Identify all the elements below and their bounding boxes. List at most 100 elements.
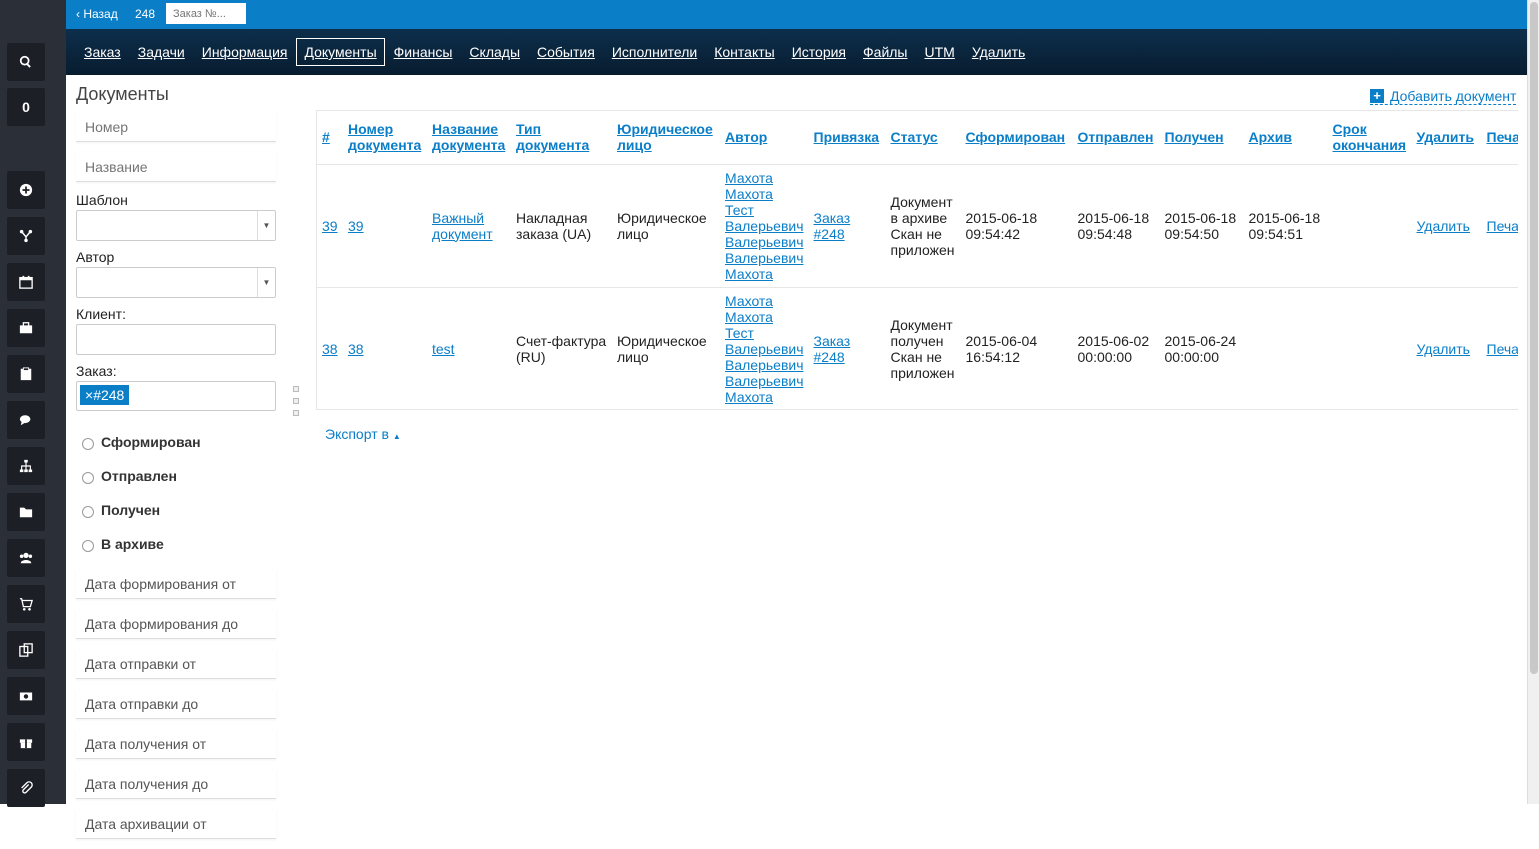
tab-executors[interactable]: Исполнители [612, 44, 697, 60]
radio-icon[interactable] [82, 540, 94, 552]
sort-link[interactable]: Привязка [814, 129, 880, 145]
cell-number[interactable]: 39 [343, 164, 427, 288]
cell-print[interactable]: Печать [1481, 287, 1519, 409]
cell-id[interactable]: 39 [317, 164, 343, 288]
date-formed-from[interactable]: Дата формирования от [76, 569, 276, 599]
name-filter-input[interactable] [76, 152, 276, 182]
cell-name[interactable]: Важный документ [427, 164, 511, 288]
order-tag-input[interactable]: ×#248 [76, 381, 276, 411]
tag-remove-icon[interactable]: × [85, 387, 93, 403]
briefcase-icon[interactable] [7, 309, 45, 347]
back-link[interactable]: ‹ Назад [76, 7, 118, 21]
calendar-icon[interactable] [7, 263, 45, 301]
tab-delete[interactable]: Удалить [972, 44, 1025, 60]
tab-documents[interactable]: Документы [296, 38, 385, 66]
export-dropdown[interactable]: Экспорт в ▲ [325, 426, 401, 442]
paperclip-icon[interactable] [7, 769, 45, 807]
date-sent-from[interactable]: Дата отправки от [76, 649, 276, 679]
cell-id-link[interactable]: 38 [322, 341, 338, 357]
tab-order[interactable]: Заказ [84, 44, 121, 60]
cart-icon[interactable] [7, 585, 45, 623]
notification-counter[interactable]: 0 [7, 88, 45, 126]
cell-binding[interactable]: Заказ #248 [808, 164, 886, 288]
users-icon[interactable] [7, 539, 45, 577]
sort-link[interactable]: Название документа [432, 121, 505, 153]
template-select[interactable]: ▼ [76, 210, 276, 241]
date-archived-from[interactable]: Дата архивации от [76, 809, 276, 839]
sort-link[interactable]: Архив [1249, 129, 1292, 145]
sort-link[interactable]: Отправлен [1078, 129, 1154, 145]
cell-delete[interactable]: Удалить [1411, 164, 1482, 288]
tab-history[interactable]: История [792, 44, 846, 60]
cell-name-link[interactable]: Важный документ [432, 210, 493, 242]
tab-warehouses[interactable]: Склады [469, 44, 520, 60]
sort-link[interactable]: Тип документа [516, 121, 589, 153]
sort-link[interactable]: Срок окончания [1333, 121, 1407, 153]
tab-tasks[interactable]: Задачи [138, 44, 185, 60]
money-icon[interactable] [7, 677, 45, 715]
sitemap-icon[interactable] [7, 447, 45, 485]
status-received-radio[interactable]: Получен [82, 493, 276, 527]
copy-icon[interactable] [7, 631, 45, 669]
cell-delete-link[interactable]: Удалить [1417, 218, 1470, 234]
sort-link[interactable]: Статус [891, 129, 938, 145]
status-formed-radio[interactable]: Сформирован [82, 425, 276, 459]
sort-link[interactable]: Удалить [1417, 129, 1474, 145]
cell-id[interactable]: 38 [317, 287, 343, 409]
tab-finance[interactable]: Финансы [394, 44, 453, 60]
cell-author-link[interactable]: Махота Махота Тест Валерьевич Валерьевич Вале… [725, 170, 804, 282]
status-sent-radio[interactable]: Отправлен [82, 459, 276, 493]
cell-author[interactable]: Махота Махота Тест Валерьевич Валерьевич Вале… [720, 287, 809, 409]
chat-icon[interactable] [7, 401, 45, 439]
cell-author[interactable]: Махота Махота Тест Валерьевич Валерьевич Вале… [720, 164, 809, 288]
cell-author-link[interactable]: Махота Махота Тест Валерьевич Валерьевич Вале… [725, 293, 804, 405]
date-formed-to[interactable]: Дата формирования до [76, 609, 276, 639]
add-document-button[interactable]: + Добавить документ [1370, 88, 1517, 105]
tab-utm[interactable]: UTM [925, 44, 955, 60]
cell-binding[interactable]: Заказ #248 [808, 287, 886, 409]
scrollbar-thumb[interactable] [1530, 2, 1538, 674]
cell-number[interactable]: 38 [343, 287, 427, 409]
tab-files[interactable]: Файлы [863, 44, 907, 60]
cell-print-link[interactable]: Печать [1487, 341, 1519, 357]
tab-info[interactable]: Информация [202, 44, 288, 60]
cell-delete-link[interactable]: Удалить [1417, 341, 1470, 357]
plus-circle-icon[interactable] [7, 171, 45, 209]
cell-delete[interactable]: Удалить [1411, 287, 1482, 409]
cell-name[interactable]: test [427, 287, 511, 409]
status-archived-radio[interactable]: В архиве [82, 527, 276, 561]
sort-link[interactable]: Номер документа [348, 121, 421, 153]
radio-icon[interactable] [82, 506, 94, 518]
client-input[interactable] [76, 324, 276, 355]
order-search-input[interactable] [166, 3, 246, 24]
sort-link[interactable]: Печать [1487, 129, 1519, 145]
panel-resize-handle[interactable] [293, 386, 299, 422]
tab-contacts[interactable]: Контакты [714, 44, 774, 60]
sort-link[interactable]: Автор [725, 129, 767, 145]
search-icon[interactable] [7, 43, 45, 81]
radio-icon[interactable] [82, 472, 94, 484]
sort-link[interactable]: Юридическое лицо [617, 121, 713, 153]
cell-print[interactable]: Печать [1481, 164, 1519, 288]
radio-icon[interactable] [82, 438, 94, 450]
date-sent-to[interactable]: Дата отправки до [76, 689, 276, 719]
cell-number-link[interactable]: 38 [348, 341, 364, 357]
page-scrollbar[interactable] [1527, 0, 1539, 804]
sort-link[interactable]: Сформирован [966, 129, 1066, 145]
number-filter-input[interactable] [76, 112, 276, 142]
sort-link[interactable]: Получен [1165, 129, 1224, 145]
cell-print-link[interactable]: Печать [1487, 218, 1519, 234]
cell-name-link[interactable]: test [432, 341, 455, 357]
order-tag[interactable]: ×#248 [80, 385, 130, 405]
sort-link[interactable]: # [322, 129, 330, 145]
folder-icon[interactable] [7, 493, 45, 531]
cell-binding-link[interactable]: Заказ #248 [814, 210, 851, 242]
author-select[interactable]: ▼ [76, 267, 276, 298]
clipboard-icon[interactable] [7, 355, 45, 393]
date-received-from[interactable]: Дата получения от [76, 729, 276, 759]
date-received-to[interactable]: Дата получения до [76, 769, 276, 799]
cell-id-link[interactable]: 39 [322, 218, 338, 234]
gift-icon[interactable] [7, 723, 45, 761]
tab-events[interactable]: События [537, 44, 595, 60]
cell-binding-link[interactable]: Заказ #248 [814, 333, 851, 365]
